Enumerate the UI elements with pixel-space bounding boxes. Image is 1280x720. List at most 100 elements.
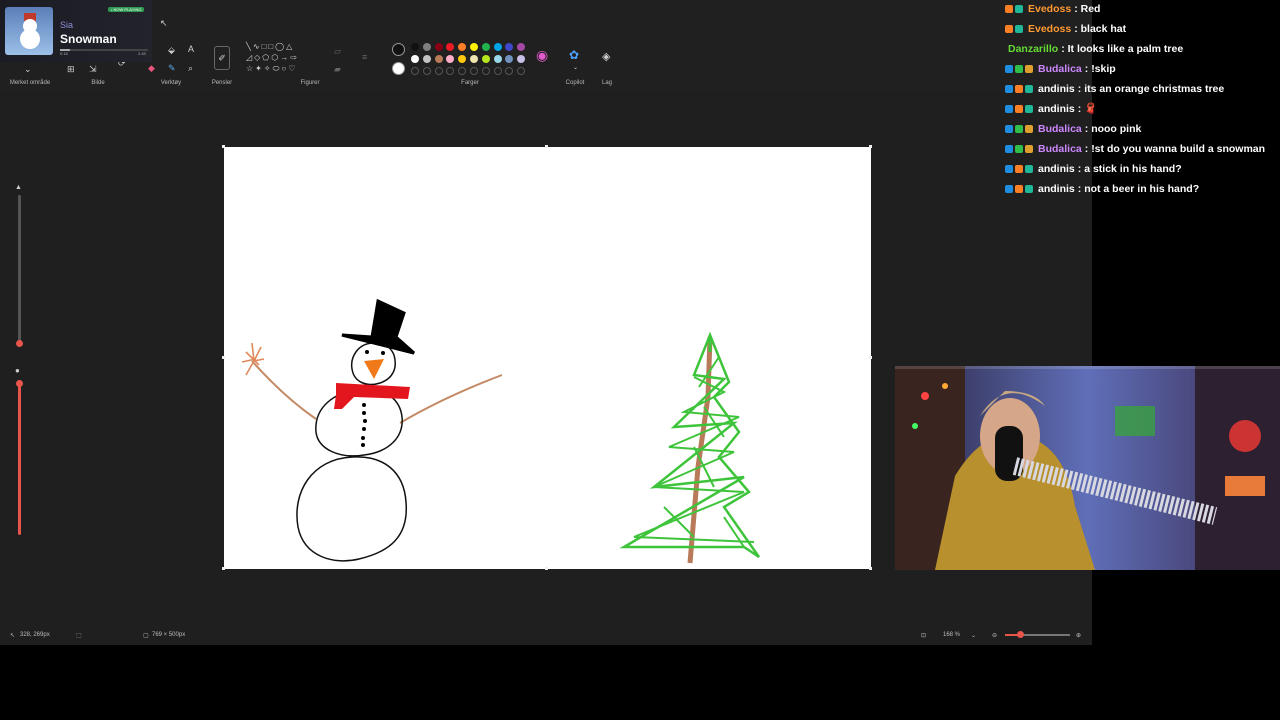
shapes-row1-icon[interactable]: ╲∿□□◯△ — [246, 42, 294, 52]
color-swatch[interactable] — [446, 55, 455, 63]
cursor-icon[interactable]: ↖ — [160, 18, 168, 28]
eraser-icon[interactable]: ◆ — [148, 63, 155, 73]
copilot-chevron-icon[interactable]: ⌄ — [573, 63, 578, 73]
chat-username[interactable]: andinis — [1038, 183, 1075, 195]
chat-badge-icon — [1025, 105, 1033, 114]
canvas-handle[interactable] — [222, 145, 225, 148]
drawing-canvas[interactable] — [224, 147, 871, 569]
fill-icon[interactable]: ⬙ — [168, 45, 175, 55]
brush-size-slider[interactable] — [18, 195, 21, 345]
chat-username[interactable]: andinis — [1038, 163, 1075, 175]
chat-text: Red — [1080, 3, 1101, 15]
color-swatch[interactable] — [411, 43, 419, 51]
chat-username[interactable]: Budalica — [1038, 143, 1082, 155]
secondary-color-swatch[interactable] — [392, 62, 405, 75]
custom-color-slot[interactable] — [493, 67, 502, 75]
now-playing-widget: • NOW PLAYING Sia Snowman 0:18 2:45 — [0, 0, 152, 62]
shape-fill-icon[interactable]: ▰ — [334, 64, 341, 74]
color-swatch[interactable] — [481, 55, 490, 63]
brush-size-thumb[interactable] — [16, 340, 23, 347]
color-swatch[interactable] — [470, 43, 478, 51]
color-swatch[interactable] — [446, 43, 455, 51]
custom-color-slot[interactable] — [422, 67, 431, 75]
magnifier-icon[interactable]: ⌕ — [188, 63, 193, 73]
custom-color-slot[interactable] — [481, 67, 490, 75]
shape-outline-icon[interactable]: ▱ — [334, 46, 341, 56]
color-swatch[interactable] — [505, 43, 514, 51]
selection-chevron-icon[interactable]: ⌄ — [24, 64, 32, 74]
custom-color-slot[interactable] — [505, 67, 514, 75]
text-tool-icon[interactable]: A — [188, 44, 194, 54]
chat-badge-icon — [1005, 125, 1013, 134]
color-swatch[interactable] — [517, 43, 526, 51]
color-swatch[interactable] — [493, 55, 502, 63]
custom-color-slot[interactable] — [458, 67, 467, 75]
group-label-image: Bilde — [91, 80, 105, 86]
edit-colors-icon[interactable]: ◉ — [536, 48, 548, 62]
color-swatch[interactable] — [493, 43, 502, 51]
color-swatch[interactable] — [458, 55, 467, 63]
color-swatch[interactable] — [422, 55, 431, 63]
canvas-handle[interactable] — [222, 356, 225, 359]
custom-color-slot[interactable] — [434, 67, 443, 75]
custom-color-slot[interactable] — [411, 67, 419, 75]
color-swatch[interactable] — [458, 43, 467, 51]
chat-text: nooo pink — [1091, 123, 1142, 135]
color-swatch[interactable] — [505, 55, 514, 63]
chat-username[interactable]: Evedoss — [1028, 23, 1071, 35]
canvas-handle[interactable] — [545, 145, 548, 148]
chat-username[interactable]: Budalica — [1038, 63, 1082, 75]
chat-badge-icon — [1005, 145, 1013, 154]
canvas-handle[interactable] — [869, 356, 872, 359]
canvas-handle[interactable] — [222, 567, 225, 570]
cursor-position: 328, 269px — [20, 632, 50, 638]
canvas-handle[interactable] — [869, 567, 872, 570]
opacity-slider[interactable] — [18, 380, 21, 535]
chat-badge-icon — [1015, 165, 1023, 174]
chat-badge-icon — [1015, 85, 1023, 94]
resize-icon[interactable]: ⇲ — [89, 64, 97, 74]
chat-badge-icon — [1005, 105, 1013, 114]
group-label-layers: Lag — [601, 80, 613, 86]
canvas-handle[interactable] — [869, 145, 872, 148]
layers-icon[interactable]: ◈ — [602, 52, 610, 63]
color-swatch[interactable] — [434, 55, 443, 63]
canvas-size-icon: ▢ — [143, 633, 149, 639]
crop-icon[interactable]: ⊞ — [67, 64, 75, 74]
chat-message: Danzarillo: It looks like a palm tree — [1005, 40, 1183, 58]
zoom-dropdown-icon[interactable]: ⌄ — [971, 632, 976, 639]
chat-username[interactable]: andinis — [1038, 83, 1075, 95]
chat-username[interactable]: Evedoss — [1028, 3, 1071, 15]
snowman-button — [363, 419, 367, 423]
copilot-icon[interactable]: ✿ — [569, 49, 579, 61]
color-swatch[interactable] — [481, 43, 490, 51]
zoom-out-icon[interactable]: ⊖ — [992, 632, 997, 639]
chat-badges — [1005, 0, 1025, 18]
color-swatch[interactable] — [411, 55, 419, 63]
zoom-in-icon[interactable]: ⊕ — [1076, 632, 1081, 639]
color-picker-icon[interactable]: ✎ — [168, 63, 176, 73]
color-swatch[interactable] — [434, 43, 443, 51]
custom-color-slot[interactable] — [446, 67, 455, 75]
zoom-level[interactable]: 168 % — [943, 632, 960, 638]
chat-message: andinis: a stick in his hand? — [1005, 160, 1182, 178]
color-swatch[interactable] — [470, 55, 478, 63]
chat-message: Evedoss: Red — [1005, 0, 1100, 18]
chat-message: andinis: not a beer in his hand? — [1005, 180, 1199, 198]
zoom-slider-thumb[interactable] — [1017, 631, 1024, 638]
custom-color-slot[interactable] — [517, 67, 526, 75]
shapes-row3-icon[interactable]: ☆✦✧⬭○♡ — [246, 64, 297, 74]
chat-username[interactable]: andinis — [1038, 103, 1075, 115]
color-swatch[interactable] — [422, 43, 431, 51]
brush-icon[interactable]: ✐ — [214, 46, 230, 70]
shapes-row2-icon[interactable]: ◿◇⬠⬡→⇨ — [246, 53, 299, 63]
custom-color-slot[interactable] — [470, 67, 478, 75]
primary-color-swatch[interactable] — [392, 43, 405, 56]
color-swatch[interactable] — [517, 55, 526, 63]
opacity-thumb[interactable] — [16, 380, 23, 387]
chat-username[interactable]: Danzarillo — [1008, 43, 1058, 55]
canvas-handle[interactable] — [545, 567, 548, 570]
fit-to-window-icon[interactable]: ⊡ — [921, 632, 926, 639]
chat-username[interactable]: Budalica — [1038, 123, 1082, 135]
stroke-size-icon[interactable]: ≡ — [362, 52, 367, 62]
